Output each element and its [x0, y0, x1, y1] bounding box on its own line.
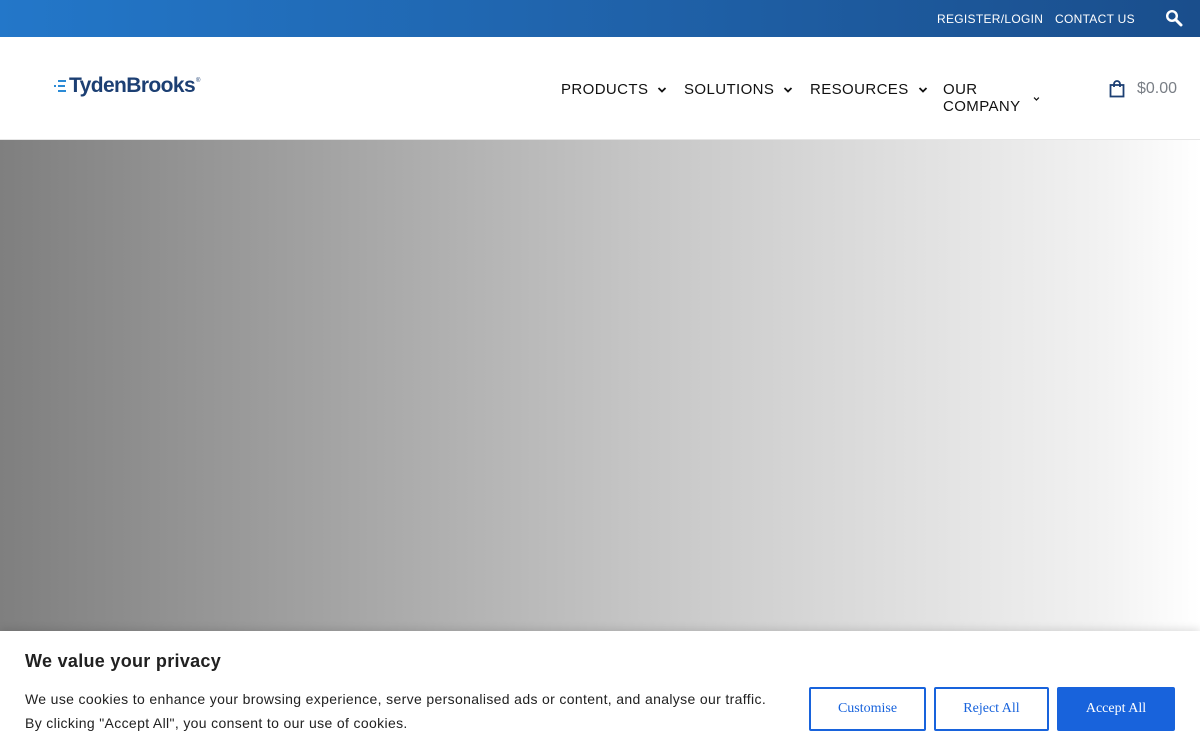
cookie-text-line: By clicking "Accept All", you consent to… [25, 715, 408, 731]
chevron-down-icon [658, 87, 667, 93]
cookie-text-line: We use cookies to enhance your browsing … [25, 691, 767, 707]
accept-all-button[interactable]: Accept All [1057, 687, 1175, 731]
nav-item-label: RESOURCES [810, 81, 909, 98]
contact-us-link[interactable]: CONTACT US [1055, 12, 1135, 26]
hero-banner [0, 140, 1200, 631]
nav-item-label: OUR COMPANY [943, 81, 1021, 115]
reject-all-button[interactable]: Reject All [934, 687, 1049, 731]
chevron-down-icon [918, 87, 927, 93]
cart-link[interactable]: $0.00 [1109, 80, 1177, 98]
customise-button[interactable]: Customise [809, 687, 926, 731]
chevron-down-icon [784, 87, 793, 93]
search-icon[interactable] [1165, 9, 1183, 27]
utility-bar: REGISTER/LOGIN CONTACT US [0, 0, 1200, 37]
nav-item-label: PRODUCTS [561, 81, 649, 98]
nav-item-products[interactable]: PRODUCTS [561, 81, 667, 98]
nav-item-our-company[interactable]: OUR COMPANY [943, 81, 1040, 115]
nav-item-resources[interactable]: RESOURCES [810, 81, 928, 98]
logo-wordmark: TydenBrooks [69, 74, 196, 97]
cart-total: $0.00 [1137, 80, 1178, 97]
nav-item-solutions[interactable]: SOLUTIONS [684, 81, 793, 98]
logo-mark-icon [54, 80, 66, 92]
cookie-consent-banner: We value your privacy We use cookies to … [0, 631, 1200, 750]
tydenbrooks-logo[interactable]: TydenBrooks ® [54, 75, 200, 97]
cookie-title: We value your privacy [25, 651, 222, 671]
shopping-bag-icon [1109, 80, 1125, 98]
nav-item-label: SOLUTIONS [684, 81, 775, 98]
chevron-down-icon [1033, 96, 1039, 101]
register-login-link[interactable]: REGISTER/LOGIN [937, 12, 1043, 26]
site-header: TydenBrooks ® PRODUCTS SOLUTIONS RESOURC… [0, 37, 1200, 140]
cookie-description: We use cookies to enhance your browsing … [25, 687, 795, 735]
registered-mark: ® [196, 78, 201, 84]
